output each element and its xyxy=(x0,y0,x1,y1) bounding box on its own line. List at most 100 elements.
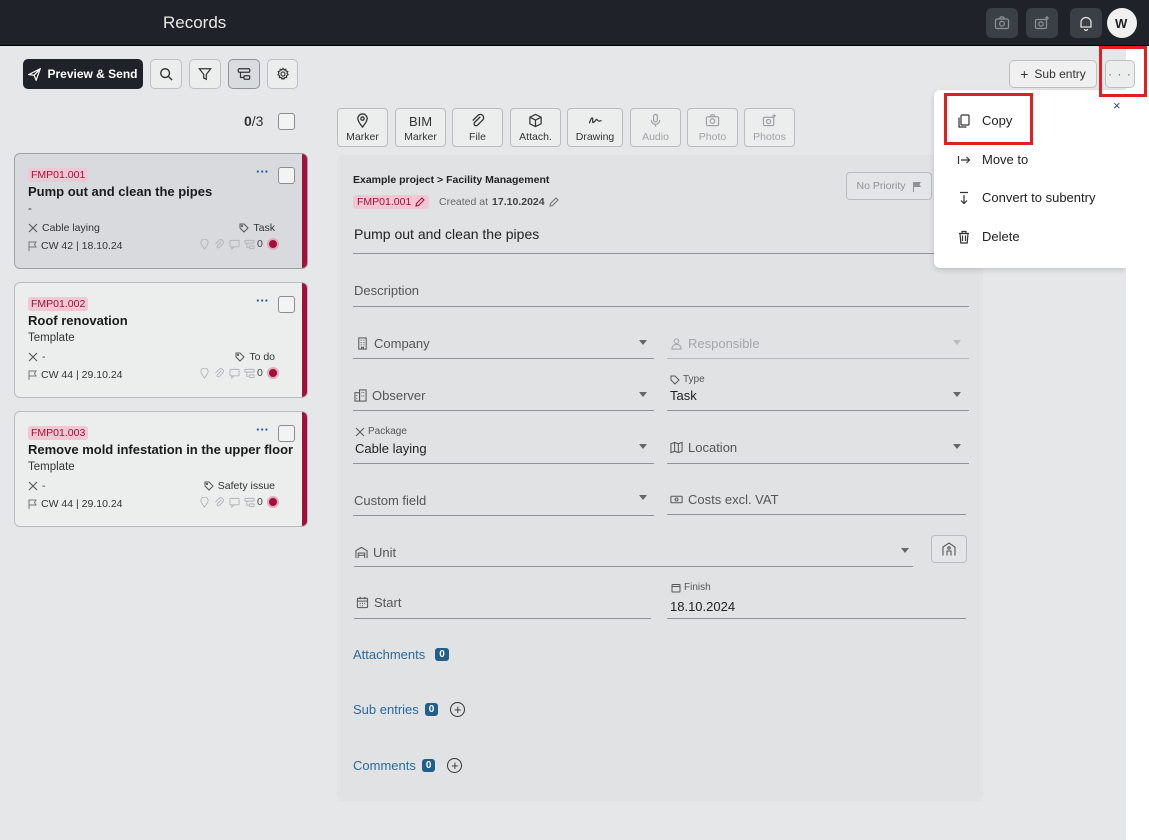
card-title: Remove mold infestation in the upper flo… xyxy=(28,442,294,457)
record-card[interactable]: FMP01.003 ··· Remove mold infestation in… xyxy=(14,411,308,527)
card-title: Roof renovation xyxy=(28,313,128,328)
search-button[interactable] xyxy=(150,59,182,89)
costs-input[interactable]: Costs excl. VAT xyxy=(670,492,779,507)
preview-send-button[interactable]: Preview & Send xyxy=(23,59,143,89)
card-more-button[interactable]: ··· xyxy=(256,164,269,179)
start-date-input[interactable]: Start xyxy=(356,595,401,610)
map-icon xyxy=(670,441,683,454)
camera-plus-icon xyxy=(762,113,777,127)
building-person-icon xyxy=(942,542,956,556)
tag-icon xyxy=(670,375,680,385)
card-subtitle: Template xyxy=(28,461,75,473)
attachments-section[interactable]: Attachments 0 xyxy=(353,647,449,662)
unit-picker-button[interactable] xyxy=(931,535,967,563)
observer-select[interactable]: Observer xyxy=(354,388,425,403)
record-id-badge[interactable]: FMP01.001 xyxy=(353,195,430,209)
menu-item-move-to[interactable]: Move to xyxy=(957,152,1028,167)
photo-tool-button[interactable]: Photo xyxy=(687,108,738,147)
filter-button[interactable] xyxy=(189,59,221,89)
search-icon xyxy=(160,68,173,81)
add-comment-icon[interactable]: + xyxy=(447,758,463,773)
tools-icon xyxy=(28,481,38,491)
pencil-icon xyxy=(548,197,559,207)
map-pin-icon xyxy=(357,113,368,128)
hierarchy-icon xyxy=(237,68,251,80)
tools-icon xyxy=(355,427,365,436)
page-margin xyxy=(1126,46,1149,840)
responsible-select[interactable]: Responsible xyxy=(670,336,760,351)
money-icon xyxy=(670,495,683,504)
bim-marker-tool-button[interactable]: BIM Marker xyxy=(395,108,446,147)
drawing-tool-button[interactable]: Drawing xyxy=(567,108,623,147)
priority-button[interactable]: No Priority xyxy=(846,172,932,200)
card-meta-icons: 0 xyxy=(199,496,279,508)
chevron-down-icon xyxy=(639,340,647,345)
map-pin-icon xyxy=(200,367,209,379)
attach-tool-button[interactable]: Attach. xyxy=(510,108,561,147)
add-sub-entry-icon[interactable]: + xyxy=(450,702,466,717)
map-pin-icon xyxy=(200,496,209,508)
location-select[interactable]: Location xyxy=(670,440,737,455)
avatar[interactable]: W xyxy=(1107,8,1137,38)
select-all-checkbox[interactable] xyxy=(278,113,295,130)
record-id-badge: FMP01.001 xyxy=(28,168,89,182)
type-select[interactable]: Task xyxy=(670,388,697,403)
custom-field-select[interactable]: Custom field xyxy=(354,493,426,508)
chevron-down-icon xyxy=(901,548,909,553)
chevron-down-icon xyxy=(953,444,961,449)
hierarchy-icon xyxy=(244,368,255,378)
close-icon[interactable]: × xyxy=(1113,98,1121,113)
sub-entries-count-badge: 0 xyxy=(424,703,439,716)
map-pin-icon xyxy=(200,238,209,250)
sub-entries-section[interactable]: Sub entries 0 + xyxy=(353,702,466,717)
unit-select[interactable]: Unit xyxy=(355,545,396,560)
card-calendar-week: CW 44 | 29.10.24 xyxy=(28,369,123,381)
notifications-button[interactable] xyxy=(1070,8,1102,38)
record-card[interactable]: FMP01.001 ··· Pump out and clean the pip… xyxy=(14,153,308,269)
file-tool-button[interactable]: File xyxy=(452,108,503,147)
company-select[interactable]: Company xyxy=(356,336,430,351)
add-photos-button[interactable] xyxy=(1026,8,1058,38)
building-icon xyxy=(358,337,367,350)
camera-button[interactable] xyxy=(986,8,1018,38)
divider xyxy=(667,358,969,359)
created-at[interactable]: Created at 17.10.2024 xyxy=(439,196,559,208)
arrow-right-icon xyxy=(957,155,971,164)
marker-tool-button[interactable]: Marker xyxy=(337,108,388,147)
menu-item-delete[interactable]: Delete xyxy=(957,229,1020,244)
card-calendar-week: CW 42 | 18.10.24 xyxy=(28,240,123,252)
comment-icon xyxy=(229,368,240,379)
comments-section[interactable]: Comments 0 + xyxy=(353,758,463,773)
card-calendar-week: CW 44 | 29.10.24 xyxy=(28,498,123,510)
divider xyxy=(353,358,654,359)
filter-icon xyxy=(198,68,212,81)
divider xyxy=(667,618,966,619)
card-checkbox[interactable] xyxy=(278,167,295,184)
trash-icon xyxy=(959,230,969,244)
subentry-count: 0 xyxy=(257,496,263,508)
card-checkbox[interactable] xyxy=(278,296,295,313)
audio-tool-button[interactable]: Audio xyxy=(630,108,681,147)
card-more-button[interactable]: ··· xyxy=(256,422,269,437)
card-type-tag: Safety issue xyxy=(204,480,275,492)
hierarchy-view-button[interactable] xyxy=(228,59,260,89)
record-card[interactable]: FMP01.002 ··· Roof renovation Template -… xyxy=(14,282,308,398)
card-package: - xyxy=(28,351,46,363)
chevron-down-icon xyxy=(639,392,647,397)
add-sub-entry-button[interactable]: + Sub entry xyxy=(1009,60,1097,88)
description-field[interactable]: Description xyxy=(354,283,419,298)
plus-icon: + xyxy=(1020,66,1029,82)
pencil-icon xyxy=(415,197,426,207)
card-more-button[interactable]: ··· xyxy=(256,293,269,308)
card-type-tag: To do xyxy=(235,351,275,363)
app-window: Preview & Send + Sub entry 0/3 FMP01.001… xyxy=(0,0,1126,840)
photos-tool-button[interactable]: Photos xyxy=(744,108,795,147)
attachments-count-badge: 0 xyxy=(435,648,449,661)
settings-button[interactable] xyxy=(267,59,298,89)
record-title-input[interactable]: Pump out and clean the pipes xyxy=(354,226,539,242)
package-select[interactable]: Cable laying xyxy=(355,441,427,456)
finish-date-input[interactable]: 18.10.2024 xyxy=(670,599,735,614)
comment-icon xyxy=(229,497,240,508)
card-checkbox[interactable] xyxy=(278,425,295,442)
menu-item-convert-to-subentry[interactable]: Convert to subentry xyxy=(957,190,1095,205)
